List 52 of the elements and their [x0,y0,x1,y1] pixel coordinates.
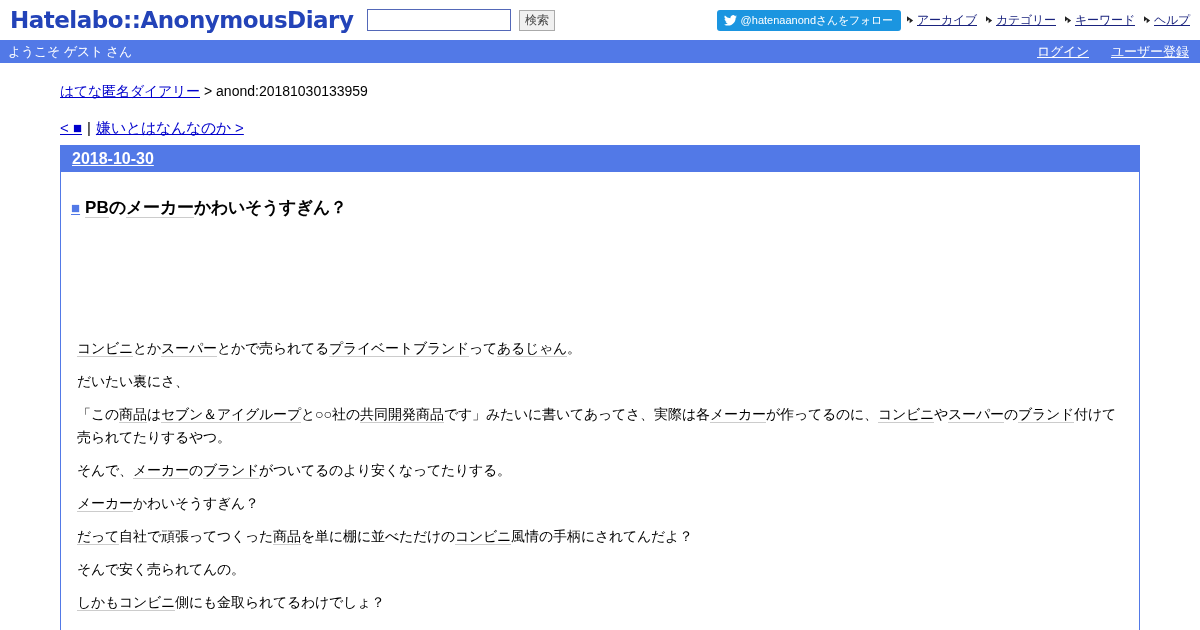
keyword-link[interactable]: メーカー [125,198,194,218]
paragraph: そんで安く売られてんの。 [77,560,246,579]
paragraph: メーカーかわいそうすぎん？ [77,494,260,514]
paragraph: 「この商品はセブン＆アイグループと○○社の共同開発商品です」みたいに書いてあってさ、実際は各メーカーが作ってるのに、コンビニやスーパーのブランド付けて売られてたりするやつ。 [77,405,1117,447]
keyword-link[interactable]: メーカー [709,406,766,423]
nav-link[interactable]: ヘルプ [1154,11,1190,29]
keyword-link[interactable]: コンビニ [77,340,133,357]
prev-link[interactable]: < ■ [60,119,82,138]
nav-link[interactable]: アーカイブ [917,11,977,29]
breadcrumb-link[interactable]: はてな匿名ダイアリー [60,83,200,101]
paragraph: だって 自社で頑張ってつくった商品を単に棚に並べただけのコンビニ風情の手柄にされてんだよ？ [77,527,694,547]
keyword-link[interactable]: プライベートブランド [329,340,469,357]
keyword-link[interactable]: PB [85,198,109,218]
keyword-link[interactable]: メーカー [77,495,133,512]
arrow-icon [1144,15,1151,25]
entry-title: PBのメーカーかわいそうすぎん？ [85,198,347,217]
keyword-link[interactable]: スーパー [161,340,217,357]
keyword-link[interactable]: だって [77,528,119,545]
keyword-link[interactable]: メーカー [133,462,189,479]
paragraph: そんで、メーカーのブランドがついてるのより安くなってたりする。 [77,461,512,481]
nav-link[interactable]: キーワード [1075,11,1135,29]
keyword-link[interactable]: コンビニ [119,594,175,611]
nav-link[interactable]: カテゴリー [996,11,1056,29]
pager-separator: | [87,119,91,138]
welcome-text: ようこそ ゲスト さん [8,42,133,61]
user-link[interactable]: ユーザー登録 [1111,42,1189,61]
keyword-link[interactable]: ブランド [203,462,259,479]
paragraph: コンビニ とかスーパー とかで売られてる プライベートブランド って あるじゃん。 [77,339,582,359]
arrow-icon [1065,15,1072,25]
date-link[interactable]: 2018-10-30 [72,150,154,168]
keyword-link[interactable]: コンビニ [455,528,511,545]
keyword-link[interactable]: 共同開発商品 [359,406,444,423]
keyword-link[interactable]: スーパー [947,406,1004,423]
arrow-icon [986,15,993,25]
keyword-link[interactable]: コンビニ [877,406,934,423]
search-button[interactable]: 検索 [519,9,556,31]
entry-link[interactable]: ■ [71,199,81,216]
next-link[interactable]: 嫌いとはなんなのか > [95,119,244,138]
site-logo[interactable]: Hatelabo::AnonymousDiary [10,7,354,33]
user-link[interactable]: ログイン [1037,42,1089,61]
keyword-link[interactable]: セブン＆アイグループ [161,406,301,423]
keyword-link[interactable]: しかも [77,594,119,611]
arrow-icon [907,15,914,25]
paragraph: だいたい裏にさ、 [77,372,190,391]
keyword-link[interactable]: あるじゃん [497,340,567,357]
search-field[interactable] [367,9,512,31]
breadcrumb-current: > anond:20181030133959 [204,83,368,101]
keyword-link[interactable]: ブランド [1017,406,1074,423]
paragraph: しかも コンビニ側にも金取られてるわけでしょ？ [77,593,386,613]
keyword-link[interactable]: 商品 [119,406,147,423]
keyword-link[interactable]: 商品 [273,528,301,545]
bird-icon [723,14,737,26]
